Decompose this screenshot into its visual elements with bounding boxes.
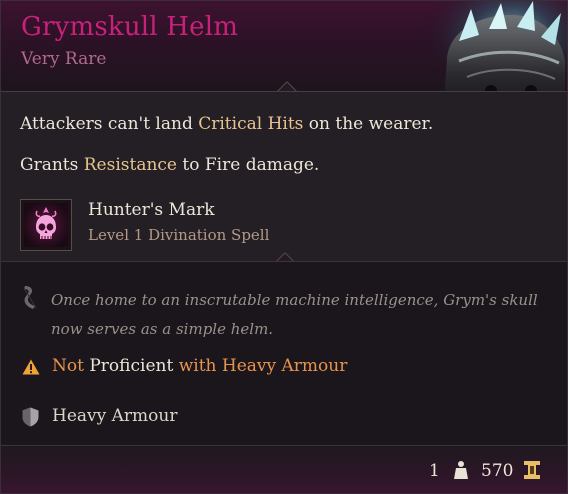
property-text: to Fire damage. (177, 155, 320, 175)
proficiency-warning: Not Proficient with Heavy Armour (52, 356, 347, 376)
not-label: Not (52, 356, 84, 376)
lore-text: Once home to an inscrutable machine inte… (51, 291, 538, 338)
lore-section: Once home to an inscrutable machine inte… (1, 261, 567, 445)
skull-spell-icon (24, 203, 68, 247)
critical-hits-keyword[interactable]: Critical Hits (198, 114, 303, 134)
property-text: Attackers can't land (20, 114, 199, 134)
shield-icon (22, 407, 39, 427)
gold-value: 570 (481, 461, 514, 481)
property-critical-hits: Attackers can't land Critical Hits on th… (20, 114, 433, 134)
item-rarity: Very Rare (21, 49, 107, 69)
heavy-armour-requirement: with Heavy Armour (178, 356, 348, 376)
resistance-keyword[interactable]: Resistance (84, 155, 177, 175)
weight-value: 1 (429, 461, 440, 481)
item-name: Grymskull Helm (21, 12, 239, 42)
property-fire-resistance: Grants Resistance to Fire damage. (20, 155, 319, 175)
spell-name[interactable]: Hunter's Mark (88, 200, 215, 220)
gold-icon (524, 461, 540, 479)
proficient-label: Proficient (83, 356, 179, 376)
armour-type: Heavy Armour (52, 406, 178, 426)
tooltip-footer: 1 570 (1, 445, 567, 493)
property-text: on the wearer. (303, 114, 434, 134)
spell-icon-frame[interactable] (20, 199, 72, 251)
spell-level-school: Level 1 Divination Spell (88, 226, 270, 244)
weight-icon (454, 461, 468, 479)
properties-section: Attackers can't land Critical Hits on th… (1, 91, 567, 261)
property-text: Grants (20, 155, 84, 175)
quill-icon (23, 286, 37, 309)
warning-icon (22, 359, 40, 375)
item-tooltip: Grymskull Helm Very Rare Attackers can't… (0, 0, 568, 494)
